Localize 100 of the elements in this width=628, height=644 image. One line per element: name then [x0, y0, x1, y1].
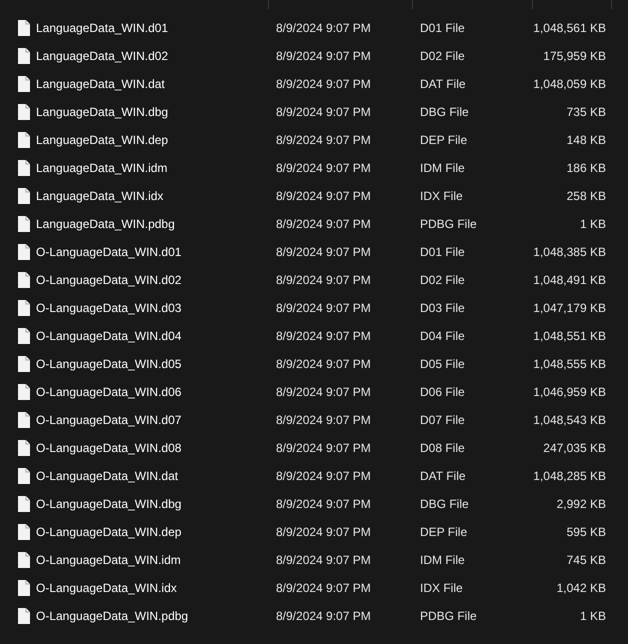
- date-modified: 8/9/2024 9:07 PM: [275, 385, 372, 399]
- file-type: PDBG File: [419, 217, 478, 231]
- date-modified: 8/9/2024 9:07 PM: [275, 245, 372, 259]
- file-icon: [18, 48, 30, 64]
- file-type: D03 File: [419, 301, 466, 315]
- file-icon: [18, 272, 30, 288]
- file-icon: [18, 608, 30, 624]
- file-name[interactable]: O-LanguageData_WIN.idx: [36, 581, 177, 595]
- file-type: DBG File: [419, 105, 470, 119]
- file-icon: [18, 496, 30, 512]
- date-modified: 8/9/2024 9:07 PM: [275, 357, 372, 371]
- file-name[interactable]: O-LanguageData_WIN.dat: [36, 469, 178, 483]
- file-size: 148 KB: [566, 133, 607, 147]
- file-icon: [18, 300, 30, 316]
- file-size: 186 KB: [566, 161, 607, 175]
- file-name[interactable]: O-LanguageData_WIN.d04: [36, 329, 182, 343]
- file-name[interactable]: O-LanguageData_WIN.pdbg: [36, 609, 188, 623]
- file-size: 175,959 KB: [542, 49, 607, 63]
- file-name[interactable]: O-LanguageData_WIN.dbg: [36, 497, 182, 511]
- date-modified: 8/9/2024 9:07 PM: [275, 77, 372, 91]
- file-size: 2,992 KB: [556, 497, 607, 511]
- file-name[interactable]: O-LanguageData_WIN.d01: [36, 245, 182, 259]
- date-modified: 8/9/2024 9:07 PM: [275, 301, 372, 315]
- file-name[interactable]: O-LanguageData_WIN.dep: [36, 525, 182, 539]
- file-type: D02 File: [419, 273, 466, 287]
- file-name[interactable]: O-LanguageData_WIN.idm: [36, 553, 181, 567]
- file-type: D01 File: [419, 21, 466, 35]
- file-icon: [18, 76, 30, 92]
- file-type: D05 File: [419, 357, 466, 371]
- file-name[interactable]: LanguageData_WIN.d02: [36, 49, 168, 63]
- file-name[interactable]: O-LanguageData_WIN.d06: [36, 385, 182, 399]
- file-type: D06 File: [419, 385, 466, 399]
- date-modified: 8/9/2024 9:07 PM: [275, 161, 372, 175]
- file-icon: [18, 580, 30, 596]
- file-size: 247,035 KB: [542, 441, 607, 455]
- file-type: D04 File: [419, 329, 466, 343]
- file-size: 1,048,385 KB: [533, 245, 607, 259]
- file-size: 1,042 KB: [556, 581, 607, 595]
- date-modified: 8/9/2024 9:07 PM: [275, 469, 372, 483]
- file-size: 1,046,959 KB: [533, 385, 607, 399]
- file-icon: [18, 356, 30, 372]
- file-icon: [18, 160, 30, 176]
- date-modified: 8/9/2024 9:07 PM: [275, 133, 372, 147]
- file-icon: [18, 468, 30, 484]
- file-size: 1,048,285 KB: [533, 469, 607, 483]
- file-icon: [18, 132, 30, 148]
- file-icon: [18, 524, 30, 540]
- file-icon: [18, 244, 30, 260]
- file-name[interactable]: LanguageData_WIN.dat: [36, 77, 165, 91]
- file-size: 258 KB: [566, 189, 607, 203]
- date-modified: 8/9/2024 9:07 PM: [275, 273, 372, 287]
- file-name[interactable]: O-LanguageData_WIN.d02: [36, 273, 182, 287]
- file-size: 595 KB: [566, 525, 607, 539]
- file-size: 1,048,555 KB: [533, 357, 607, 371]
- file-name[interactable]: O-LanguageData_WIN.d03: [36, 301, 182, 315]
- file-icon: [18, 440, 30, 456]
- file-type: DAT File: [419, 77, 467, 91]
- file-type: PDBG File: [419, 609, 478, 623]
- date-modified: 8/9/2024 9:07 PM: [275, 329, 372, 343]
- file-type: DEP File: [419, 525, 468, 539]
- file-name[interactable]: LanguageData_WIN.dep: [36, 133, 168, 147]
- file-icon: [18, 104, 30, 120]
- date-modified: 8/9/2024 9:07 PM: [275, 413, 372, 427]
- file-icon: [18, 384, 30, 400]
- file-size: 1,048,543 KB: [533, 413, 607, 427]
- file-name[interactable]: O-LanguageData_WIN.d05: [36, 357, 182, 371]
- date-modified: 8/9/2024 9:07 PM: [275, 189, 372, 203]
- file-type: IDM File: [419, 553, 466, 567]
- file-type: D02 File: [419, 49, 466, 63]
- file-icon: [18, 20, 30, 36]
- file-icon: [18, 328, 30, 344]
- file-name[interactable]: LanguageData_WIN.pdbg: [36, 217, 175, 231]
- file-size: 735 KB: [566, 105, 607, 119]
- date-modified: 8/9/2024 9:07 PM: [275, 49, 372, 63]
- file-name[interactable]: LanguageData_WIN.idx: [36, 189, 164, 203]
- date-modified: 8/9/2024 9:07 PM: [275, 497, 372, 511]
- file-type: D08 File: [419, 441, 466, 455]
- file-type: DEP File: [419, 133, 468, 147]
- file-type: DBG File: [419, 497, 470, 511]
- file-icon: [18, 552, 30, 568]
- file-size: 1,048,059 KB: [533, 77, 607, 91]
- date-modified: 8/9/2024 9:07 PM: [275, 609, 372, 623]
- file-type: IDX File: [419, 581, 464, 595]
- file-name[interactable]: LanguageData_WIN.d01: [36, 21, 168, 35]
- file-size: 1 KB: [578, 217, 607, 231]
- date-modified: 8/9/2024 9:07 PM: [275, 525, 372, 539]
- file-name[interactable]: O-LanguageData_WIN.d07: [36, 413, 182, 427]
- file-size: 1,047,179 KB: [533, 301, 607, 315]
- file-name[interactable]: O-LanguageData_WIN.d08: [36, 441, 182, 455]
- date-modified: 8/9/2024 9:07 PM: [275, 553, 372, 567]
- date-modified: 8/9/2024 9:07 PM: [275, 105, 372, 119]
- date-modified: 8/9/2024 9:07 PM: [275, 581, 372, 595]
- file-name[interactable]: LanguageData_WIN.idm: [36, 161, 168, 175]
- date-modified: 8/9/2024 9:07 PM: [275, 21, 372, 35]
- file-size: 745 KB: [566, 553, 607, 567]
- date-modified: 8/9/2024 9:07 PM: [275, 441, 372, 455]
- file-name[interactable]: LanguageData_WIN.dbg: [36, 105, 168, 119]
- file-type: IDM File: [419, 161, 466, 175]
- file-size: 1,048,561 KB: [533, 21, 607, 35]
- file-size: 1 KB: [578, 609, 607, 623]
